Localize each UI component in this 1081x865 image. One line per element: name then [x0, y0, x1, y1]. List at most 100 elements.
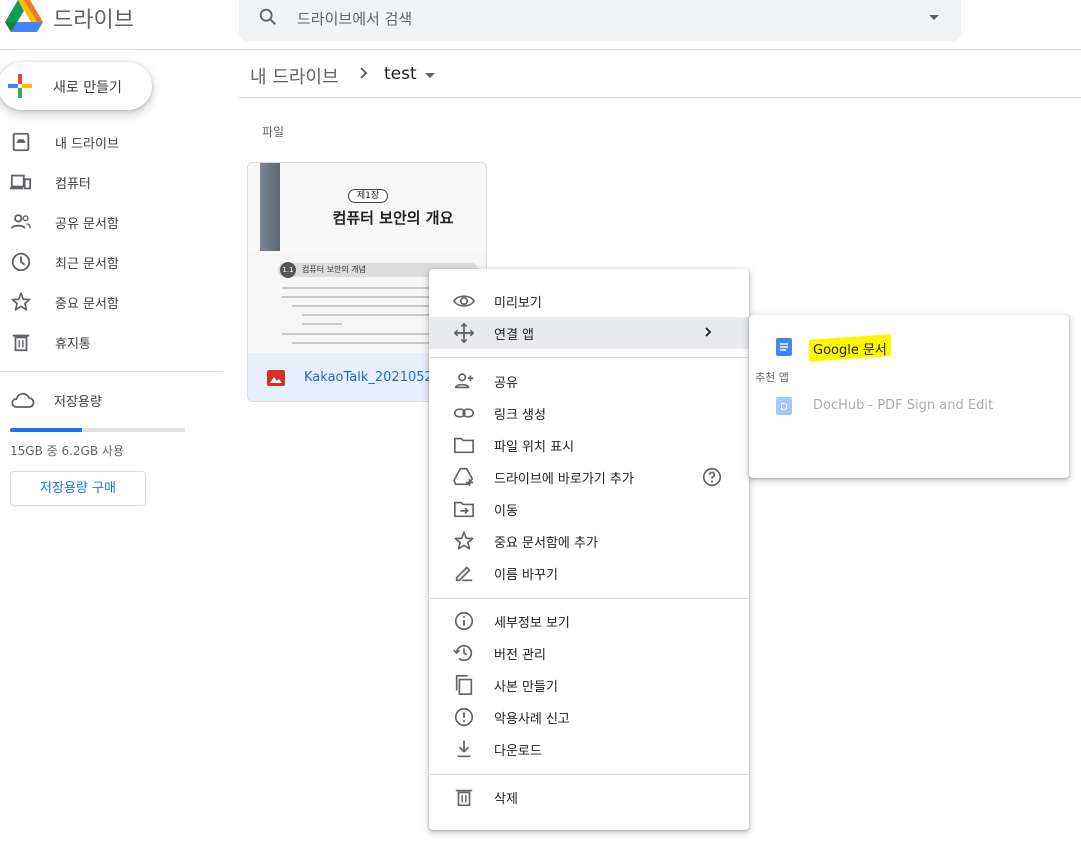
sidebar-item-label: 공유 문서함: [55, 217, 119, 232]
drive-logo-icon[interactable]: [5, 0, 43, 34]
folder-icon: [454, 437, 474, 454]
thumbnail-text-line: [282, 296, 432, 298]
eye-icon: [453, 295, 475, 307]
open-with-submenu: Google 문서 추천 앱 D DocHub - PDF Sign and E…: [749, 315, 1069, 478]
help-icon[interactable]: [701, 466, 723, 488]
history-icon: [453, 644, 473, 662]
context-menu: 미리보기 연결 앱 공유 링크 생성 파일 위치 표시 드라이브에 바로가기 추…: [429, 269, 749, 830]
menu-item-label: 파일 위치 표시: [494, 440, 575, 455]
menu-divider: [429, 357, 749, 358]
submenu-item-label: Google 문서: [813, 343, 887, 358]
sidebar-item-recent[interactable]: 최근 문서함: [0, 246, 222, 278]
menu-item-versions[interactable]: 버전 관리: [429, 637, 749, 669]
thumbnail-text-line: [302, 323, 342, 325]
svg-text:D: D: [780, 402, 788, 413]
menu-item-open-with[interactable]: 연결 앱: [429, 317, 749, 349]
menu-item-report-abuse[interactable]: 악용사례 신고: [429, 701, 749, 733]
files-section-title: 파일: [262, 125, 285, 139]
menu-item-label: 다운로드: [494, 744, 542, 759]
thumbnail-section-number: 1.1: [280, 262, 296, 278]
menu-item-delete[interactable]: 삭제: [429, 781, 749, 813]
info-icon: [454, 611, 474, 631]
menu-item-share[interactable]: 공유: [429, 365, 749, 397]
dochub-icon: D: [776, 397, 792, 415]
sidebar-item-label: 내 드라이브: [55, 137, 119, 152]
menu-item-show-location[interactable]: 파일 위치 표시: [429, 429, 749, 461]
sidebar-item-computers[interactable]: 컴퓨터: [0, 166, 222, 198]
trash-icon: [12, 334, 30, 352]
menu-item-label: 사본 만들기: [494, 680, 558, 695]
menu-item-label: 이동: [494, 504, 518, 519]
sidebar-item-shared[interactable]: 공유 문서함: [0, 206, 222, 238]
chevron-right-icon: [360, 67, 368, 79]
person-add-icon: [454, 373, 474, 389]
thumbnail-chapter: 제1장: [348, 189, 388, 203]
menu-item-label: 미리보기: [494, 296, 542, 311]
move-arrows-icon: [453, 322, 475, 344]
submenu-item-google-docs[interactable]: Google 문서: [749, 331, 1069, 363]
submenu-item-label: DocHub - PDF Sign and Edit: [813, 398, 994, 413]
folder-menu-chevron-icon[interactable]: [425, 73, 435, 78]
storage-usage-text: 15GB 중 6.2GB 사용: [10, 444, 124, 458]
suggested-apps-caption: 추천 앱: [755, 371, 789, 384]
new-button-label: 새로 만들기: [53, 80, 122, 96]
storage-usage-fill: [10, 428, 82, 432]
search-options-icon[interactable]: [929, 15, 939, 20]
storage-usage-bar: [10, 428, 185, 432]
sidebar-item-starred[interactable]: 중요 문서함: [0, 286, 222, 318]
sidebar-item-my-drive[interactable]: 내 드라이브: [0, 126, 222, 158]
cloud-icon: [11, 392, 35, 408]
star-icon: [454, 531, 474, 550]
menu-item-label: 세부정보 보기: [494, 616, 570, 631]
menu-item-details[interactable]: 세부정보 보기: [429, 605, 749, 637]
drive-add-icon: [453, 467, 474, 487]
menu-item-preview[interactable]: 미리보기: [429, 285, 749, 317]
menu-item-make-copy[interactable]: 사본 만들기: [429, 669, 749, 701]
menu-item-label: 중요 문서함에 추가: [494, 536, 598, 551]
sidebar-item-label: 휴지통: [55, 337, 91, 352]
menu-item-add-shortcut[interactable]: 드라이브에 바로가기 추가: [429, 461, 749, 493]
new-button[interactable]: 새로 만들기: [0, 62, 152, 110]
breadcrumb-current-folder[interactable]: test: [384, 64, 417, 84]
thumbnail-section-title: 컴퓨터 보안의 개념: [302, 265, 366, 274]
menu-item-label: 버전 관리: [494, 648, 546, 663]
menu-item-add-starred[interactable]: 중요 문서함에 추가: [429, 525, 749, 557]
menu-item-download[interactable]: 다운로드: [429, 733, 749, 765]
menu-item-label: 공유: [494, 376, 518, 391]
menu-item-label: 드라이브에 바로가기 추가: [494, 472, 634, 487]
report-icon: [454, 707, 474, 727]
menu-item-get-link[interactable]: 링크 생성: [429, 397, 749, 429]
menu-item-rename[interactable]: 이름 바꾸기: [429, 557, 749, 589]
sidebar-item-trash[interactable]: 휴지통: [0, 326, 222, 358]
toolbar-divider: [239, 97, 1081, 98]
google-docs-icon: [776, 338, 792, 356]
file-name: KakaoTalk_20210527: [304, 370, 442, 385]
app-name[interactable]: 드라이브: [53, 2, 134, 34]
chevron-right-icon: [705, 327, 712, 337]
storage-label[interactable]: 저장용량: [54, 391, 102, 410]
clock-icon: [11, 252, 31, 272]
sidebar-item-label: 중요 문서함: [55, 297, 119, 312]
menu-item-label: 삭제: [494, 792, 518, 807]
search-input[interactable]: 드라이브에서 검색: [297, 8, 412, 29]
submenu-item-dochub[interactable]: D DocHub - PDF Sign and Edit: [749, 390, 1069, 422]
menu-item-move[interactable]: 이동: [429, 493, 749, 525]
breadcrumb-my-drive[interactable]: 내 드라이브: [250, 63, 339, 89]
menu-item-label: 이름 바꾸기: [494, 568, 558, 583]
search-bar[interactable]: 드라이브에서 검색: [239, 0, 961, 41]
buy-storage-button[interactable]: 저장용량 구매: [10, 471, 146, 506]
search-icon[interactable]: [257, 6, 279, 28]
shared-icon: [10, 214, 31, 229]
plus-icon: [8, 74, 32, 98]
menu-divider: [429, 774, 749, 775]
download-icon: [457, 740, 471, 758]
move-to-folder-icon: [454, 501, 474, 518]
header-divider: [0, 49, 1081, 50]
menu-item-label: 링크 생성: [494, 408, 546, 423]
sidebar-divider: [0, 371, 223, 372]
copy-icon: [455, 675, 473, 695]
sidebar-item-label: 컴퓨터: [55, 177, 91, 192]
sidebar-item-label: 최근 문서함: [55, 257, 119, 272]
computers-icon: [10, 174, 32, 190]
trash-icon: [455, 789, 473, 807]
